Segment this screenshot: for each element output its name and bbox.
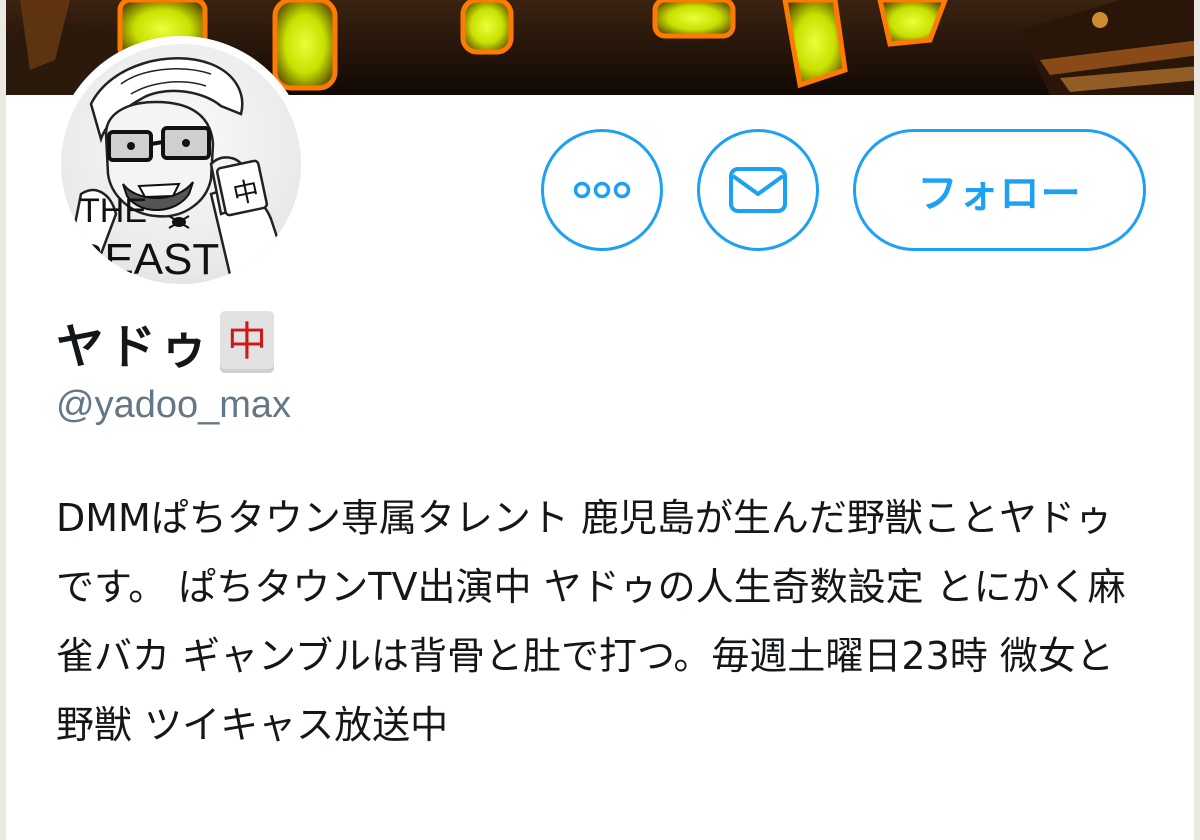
right-frame-edge — [1194, 0, 1200, 840]
display-name: ヤドゥ — [56, 319, 213, 375]
avatar-text-the: THE — [79, 192, 147, 230]
user-handle: @yadoo_max — [56, 384, 292, 426]
avatar-caricature-drawing: 中 THE BEAST — [69, 57, 293, 284]
direct-message-button[interactable] — [697, 129, 819, 251]
left-frame-edge — [0, 0, 6, 840]
mahjong-red-dragon-emoji: 中 — [220, 311, 275, 373]
avatar-image: 中 THE BEAST — [61, 44, 301, 284]
envelope-icon — [729, 167, 787, 213]
profile-page: 中 THE BEAST フォロー ヤドゥ 中 @yadoo_max DMMぱちタ… — [0, 0, 1200, 840]
avatar-text-beast: BEAST — [75, 235, 219, 284]
follow-button-label: フォロー — [917, 171, 1082, 217]
profile-avatar[interactable]: 中 THE BEAST — [53, 36, 309, 292]
profile-bio: DMMぱちタウン専属タレント 鹿児島が生んだ野獣ことヤドゥです。 ぱちタウンTV… — [56, 496, 1126, 747]
mahjong-tile-char: 中 — [227, 319, 268, 365]
display-name-row: ヤドゥ 中 — [56, 306, 275, 378]
more-options-button[interactable] — [541, 129, 663, 251]
more-dots-icon — [573, 181, 631, 199]
follow-button[interactable]: フォロー — [853, 129, 1146, 251]
